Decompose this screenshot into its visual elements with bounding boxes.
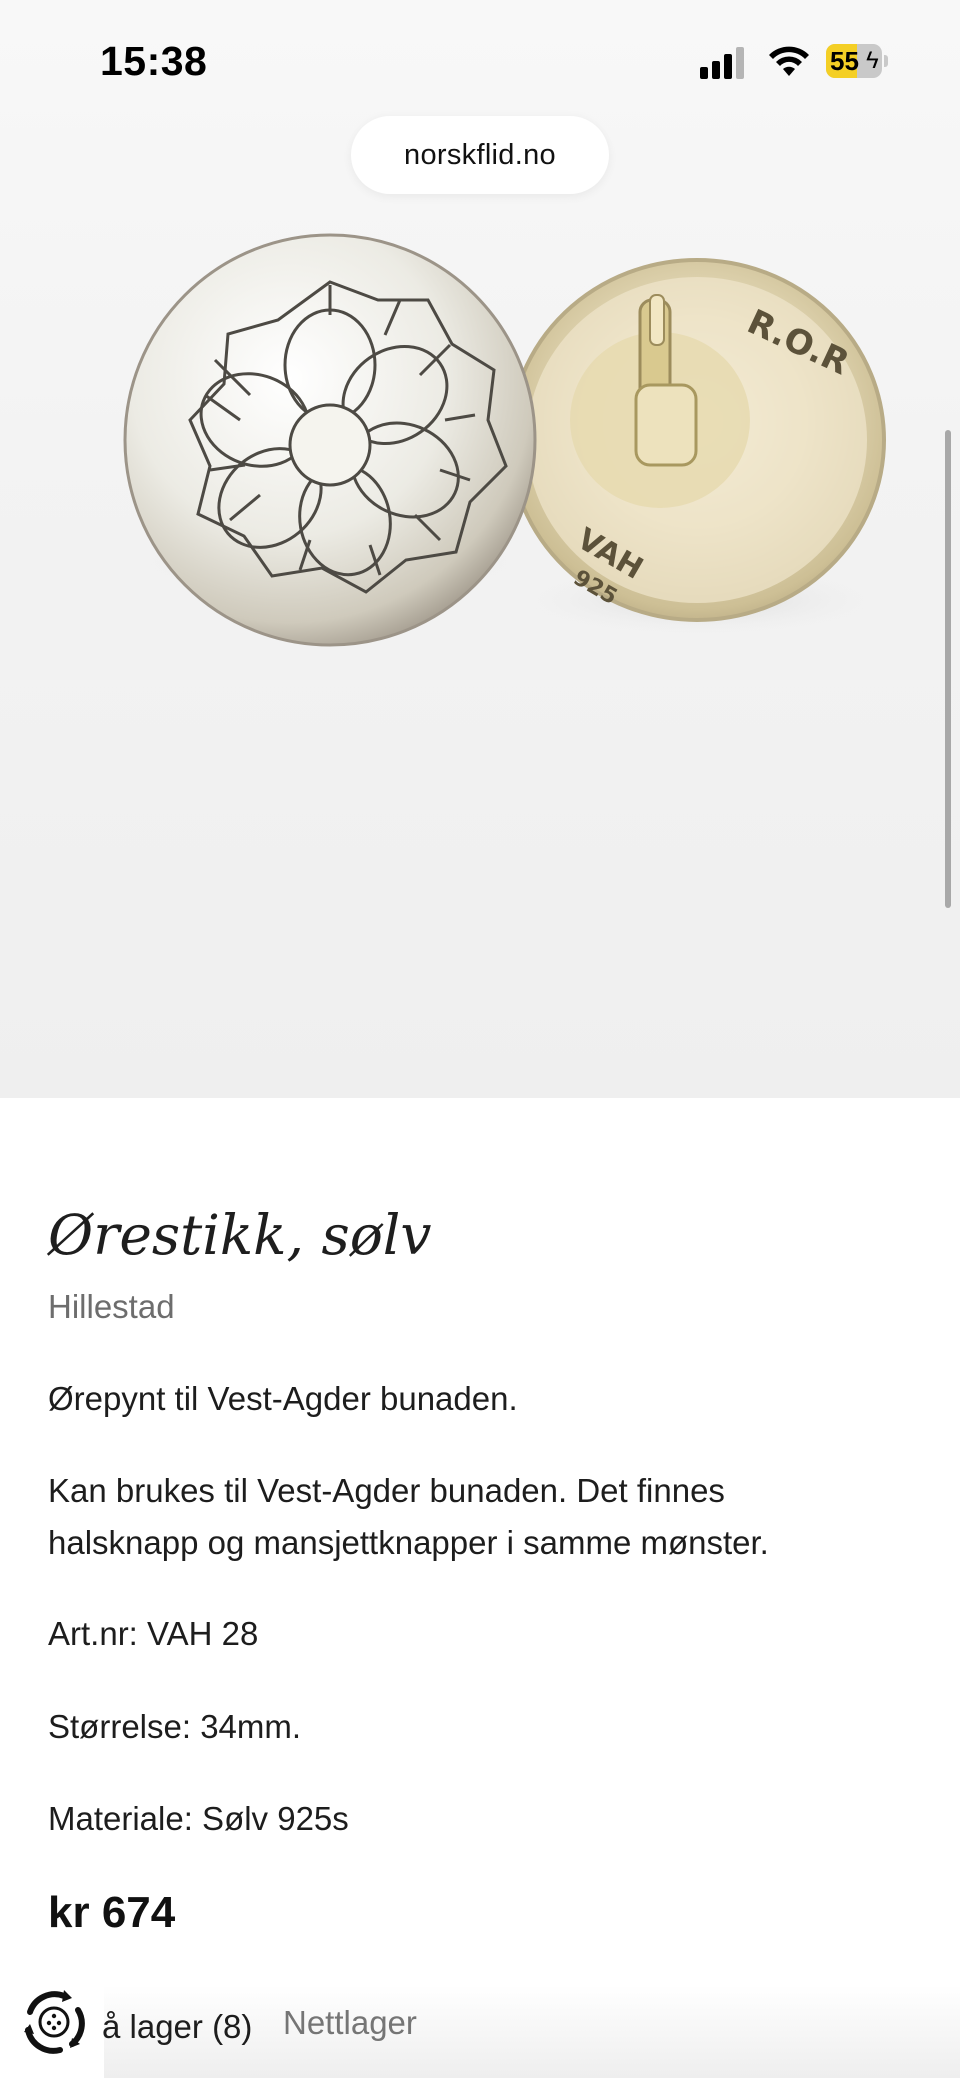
product-size: Størrelse: 34mm. (48, 1708, 302, 1745)
url-bar[interactable]: norskflid.no (351, 116, 609, 194)
earring-back: R.O.R VAH 925 (508, 258, 886, 622)
product-material: Materiale: Sølv 925s (48, 1800, 349, 1837)
online-stock-label[interactable]: Nettlager (283, 2004, 417, 2042)
wifi-icon (769, 46, 809, 76)
loading-spinner-icon (24, 1990, 85, 2054)
product-price: kr 674 (48, 1888, 176, 1937)
earring-front (123, 233, 537, 647)
product-brand[interactable]: Hillestad (48, 1288, 175, 1326)
battery-tip (884, 55, 888, 67)
description-line: halsknapp og mansjettknapper i samme møn… (48, 1524, 769, 1561)
battery-indicator: 55 ϟ (826, 44, 888, 78)
status-time: 15:38 (100, 38, 208, 84)
description-line: Kan brukes til Vest-Agder bunaden. Det f… (48, 1472, 725, 1509)
status-bar: 15:38 55 ϟ (0, 0, 960, 120)
product-title: Ørestikk, sølv (48, 1203, 432, 1267)
battery-body: 55 ϟ (826, 44, 882, 78)
description-line: Ørepynt til Vest-Agder bunaden. (48, 1380, 518, 1417)
scroll-indicator[interactable] (945, 430, 951, 908)
cellular-signal-icon (700, 47, 744, 79)
stock-row[interactable]: å lager (8) Nettlager (0, 1970, 960, 2078)
in-store-stock-label[interactable]: å lager (8) (102, 2008, 252, 2046)
charging-bolt-icon: ϟ (866, 47, 879, 74)
article-number: Art.nr: VAH 28 (48, 1615, 259, 1652)
product-image-area[interactable]: R.O.R VAH 925 15:38 55 ϟ norskflid.no (0, 0, 960, 1098)
